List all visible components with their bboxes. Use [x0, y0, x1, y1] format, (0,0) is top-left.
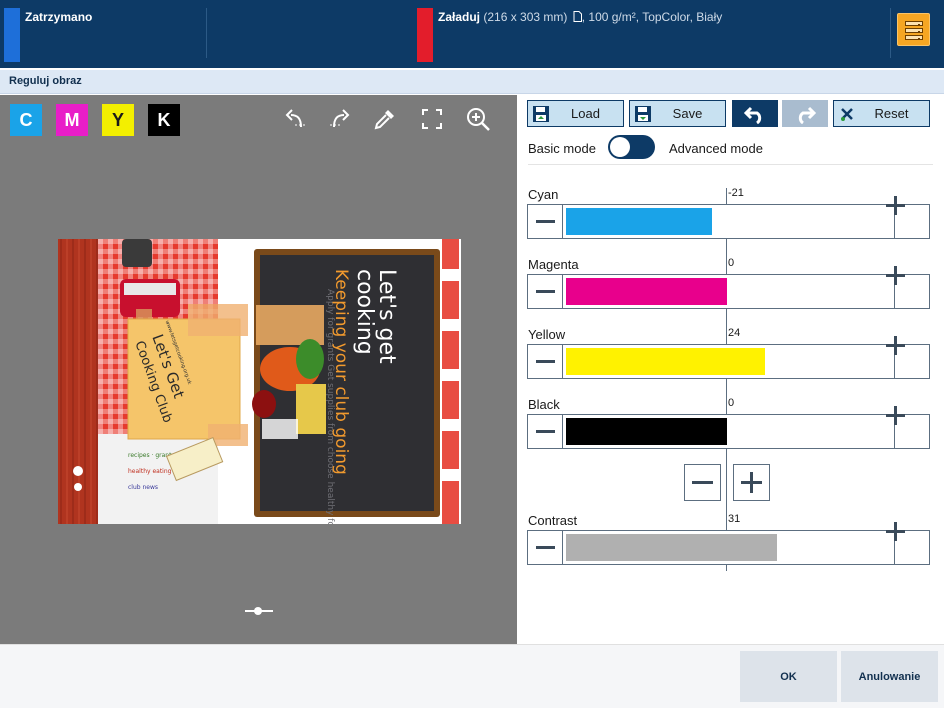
magenta-level-bar	[566, 278, 727, 305]
yellow-slider-row: Yellow 24	[527, 327, 930, 385]
fit-to-screen-button[interactable]	[418, 105, 446, 133]
yellow-decrease-button[interactable]	[528, 345, 563, 378]
black-label: Black	[528, 397, 560, 412]
minus-icon	[535, 546, 555, 549]
increase-all-button[interactable]	[733, 464, 770, 501]
pan-handle[interactable]	[244, 605, 274, 620]
save-button[interactable]: Save	[629, 100, 726, 127]
mode-switch-row: Basic mode Advanced mode	[528, 135, 933, 165]
doc-subtitle: Keeping your club going	[331, 269, 351, 475]
svg-text:club news: club news	[128, 484, 158, 491]
status-accent	[4, 8, 20, 62]
black-level-bar	[566, 418, 727, 445]
color-picker-button[interactable]	[371, 105, 399, 133]
status-bar: Zatrzymano Załaduj (216 x 303 mm) , 100 …	[0, 0, 944, 68]
black-decrease-button[interactable]	[528, 415, 563, 448]
page-icon	[573, 11, 582, 22]
reset-label: Reset	[874, 106, 909, 121]
yellow-label: Yellow	[528, 327, 566, 342]
divider	[206, 8, 207, 58]
cyan-label: Cyan	[528, 187, 559, 202]
contrast-decrease-button[interactable]	[528, 531, 563, 564]
yellow-increase-button[interactable]	[886, 336, 929, 378]
adjustment-panel: Load Save Reset Basic mode Advanced mode…	[517, 95, 944, 644]
cyan-level-bar	[566, 208, 712, 235]
channel-cyan-toggle[interactable]: C	[10, 104, 42, 136]
contrast-label: Contrast	[528, 513, 578, 528]
fit-screen-icon	[422, 109, 442, 129]
rotate-right-icon	[330, 109, 350, 128]
image-preview-panel: C M Y K recipes · grants · tips healthy …	[0, 95, 517, 644]
rotate-left-icon	[285, 109, 305, 128]
black-increase-button[interactable]	[886, 406, 929, 448]
mode-toggle[interactable]	[608, 135, 655, 159]
drag-handle-icon	[245, 607, 273, 615]
minus-icon	[535, 290, 555, 293]
media-size: (216 x 303 mm)	[483, 10, 568, 24]
yellow-level-bar	[566, 348, 766, 375]
rotate-right-button[interactable]	[326, 105, 354, 133]
rotate-left-button[interactable]	[281, 105, 309, 133]
black-value: 0	[728, 397, 735, 409]
magenta-increase-button[interactable]	[886, 266, 929, 308]
yellow-value: 24	[728, 327, 741, 339]
minus-icon	[535, 360, 555, 363]
zoom-in-icon	[467, 108, 490, 131]
contrast-increase-button[interactable]	[886, 522, 929, 564]
magenta-slider-row: Magenta 0	[527, 257, 930, 315]
cancel-button[interactable]: Anulowanie	[841, 651, 938, 702]
magenta-label: Magenta	[528, 257, 579, 272]
advanced-mode-label: Advanced mode	[669, 141, 763, 156]
printer-status: Zatrzymano	[25, 10, 93, 24]
status-segment-printer[interactable]: Zatrzymano	[4, 0, 204, 68]
document-preview[interactable]: recipes · grants · tips healthy eating c…	[58, 239, 461, 524]
reset-button[interactable]: Reset	[833, 100, 930, 127]
doc-title-line-2: cooking	[352, 269, 377, 355]
channel-magenta-toggle[interactable]: M	[56, 104, 88, 136]
contrast-value: 31	[728, 513, 741, 525]
menu-button[interactable]	[897, 13, 930, 46]
document-artwork: recipes · grants · tips healthy eating c…	[58, 239, 461, 524]
cyan-slider-row: Cyan -21	[527, 187, 930, 245]
media-accent	[417, 8, 433, 62]
black-slider[interactable]	[527, 406, 930, 449]
eyedropper-icon	[374, 110, 394, 130]
zoom-in-button[interactable]	[464, 105, 492, 133]
ok-button[interactable]: OK	[740, 651, 837, 702]
cyan-increase-button[interactable]	[886, 196, 929, 238]
dialog-title-bar: Reguluj obraz	[0, 70, 944, 94]
black-slider-row: Black 0	[527, 397, 930, 455]
cyan-value: -21	[728, 187, 744, 199]
redo-icon	[798, 106, 817, 124]
svg-text:healthy eating: healthy eating	[128, 468, 172, 475]
status-segment-media[interactable]: Załaduj (216 x 303 mm) , 100 g/m², TopCo…	[417, 0, 887, 68]
toggle-knob	[610, 137, 630, 157]
decrease-all-button[interactable]	[684, 464, 721, 501]
contrast-slider-row: Contrast 31	[527, 513, 930, 571]
divider	[890, 8, 891, 58]
magenta-decrease-button[interactable]	[528, 275, 563, 308]
basic-mode-label: Basic mode	[528, 141, 596, 156]
undo-icon	[743, 106, 762, 124]
cyan-slider[interactable]	[527, 196, 930, 239]
magenta-slider[interactable]	[527, 266, 930, 309]
dialog-title: Reguluj obraz	[9, 75, 82, 87]
magenta-value: 0	[728, 257, 735, 269]
minus-icon	[535, 430, 555, 433]
media-status: Załaduj	[438, 10, 481, 24]
yellow-slider[interactable]	[527, 336, 930, 379]
media-details: , 100 g/m², TopColor, Biały	[581, 10, 723, 24]
undo-button[interactable]	[732, 100, 778, 127]
channel-yellow-toggle[interactable]: Y	[102, 104, 134, 136]
minus-icon	[535, 220, 555, 223]
contrast-level-bar	[566, 534, 777, 561]
redo-button[interactable]	[782, 100, 828, 127]
dialog-footer: OK Anulowanie	[0, 644, 944, 708]
channel-black-toggle[interactable]: K	[148, 104, 180, 136]
load-button[interactable]: Load	[527, 100, 624, 127]
save-label: Save	[672, 106, 703, 121]
load-label: Load	[571, 106, 600, 121]
cyan-decrease-button[interactable]	[528, 205, 563, 238]
contrast-slider[interactable]	[527, 522, 930, 565]
